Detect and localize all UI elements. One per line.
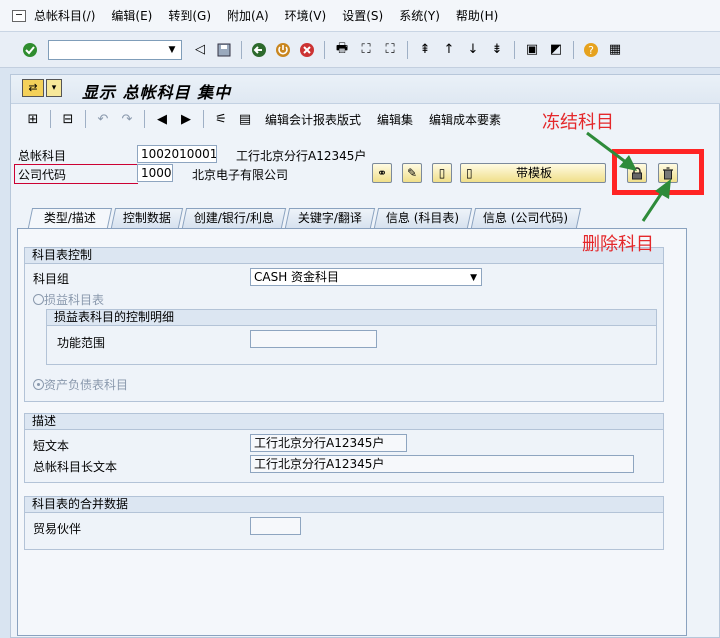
radio-selected-icon bbox=[33, 379, 44, 390]
hierarchy-icon[interactable]: ⊞ bbox=[23, 109, 43, 129]
separator bbox=[203, 110, 204, 128]
print-icon[interactable]: 🖶 bbox=[332, 40, 352, 60]
where-used-icon[interactable]: ⚟ bbox=[211, 109, 231, 129]
new-session-icon[interactable]: ▣ bbox=[522, 40, 542, 60]
bs-radio[interactable]: 资产负债表科目 bbox=[33, 376, 128, 393]
find-next-icon[interactable]: ⛶ bbox=[380, 40, 400, 60]
structure-icon[interactable]: ⊟ bbox=[58, 109, 78, 129]
standard-toolbar: ▼ ◁ 🖶 ⛶ ⛶ ⇞ ↑ ↓ ⇟ ▣ ◩ ? ▦ bbox=[0, 32, 720, 68]
trading-partner-label: 贸易伙伴 bbox=[33, 522, 82, 536]
last-page-icon[interactable]: ⇟ bbox=[487, 40, 507, 60]
document-icon[interactable]: ▤ bbox=[235, 109, 255, 129]
tab-type-description[interactable]: 类型/描述 bbox=[27, 208, 113, 228]
display-change-icon[interactable]: ⚭ bbox=[372, 163, 392, 183]
trading-partner-field[interactable] bbox=[250, 517, 301, 535]
separator bbox=[144, 110, 145, 128]
functional-area-field[interactable] bbox=[250, 330, 377, 348]
separator bbox=[573, 40, 574, 59]
help-icon[interactable]: ? bbox=[581, 40, 601, 60]
group-title: 损益表科目的控制明细 bbox=[47, 310, 656, 326]
menu-settings[interactable]: 设置(S) bbox=[342, 7, 383, 24]
group-title: 科目表控制 bbox=[25, 248, 663, 264]
long-text-field[interactable]: 工行北京分行A12345户 bbox=[250, 455, 634, 473]
menu-environment[interactable]: 环境(V) bbox=[285, 7, 327, 24]
tab-info-company[interactable]: 信息 (公司代码) bbox=[470, 208, 582, 228]
edit-fs-version-button[interactable]: 编辑会计报表版式 bbox=[265, 111, 361, 128]
next-icon[interactable]: ▶ bbox=[176, 109, 196, 129]
redo-icon[interactable]: ↷ bbox=[117, 109, 137, 129]
object-icon[interactable]: ⇄ bbox=[22, 79, 44, 97]
prev-page-icon[interactable]: ↑ bbox=[439, 40, 459, 60]
pl-radio[interactable]: 损益科目表 bbox=[33, 291, 104, 308]
cancel-icon[interactable] bbox=[297, 40, 317, 60]
page-title: 显示 总帐科目 集中 bbox=[82, 83, 232, 102]
enter-check-icon[interactable] bbox=[20, 40, 40, 60]
back-icon[interactable] bbox=[249, 40, 269, 60]
command-field[interactable]: ▼ bbox=[48, 39, 182, 60]
undo-icon[interactable]: ↶ bbox=[93, 109, 113, 129]
group-consolidation: 科目表的合并数据 bbox=[24, 496, 664, 550]
dropdown-icon[interactable]: ▼ bbox=[470, 271, 477, 285]
shortcut-icon[interactable]: ◩ bbox=[546, 40, 566, 60]
tab-info-chart[interactable]: 信息 (科目表) bbox=[373, 208, 473, 228]
group-title: 科目表的合并数据 bbox=[25, 497, 663, 513]
dropdown-small-icon[interactable]: ▾ bbox=[46, 79, 62, 97]
short-text-label: 短文本 bbox=[33, 439, 70, 453]
next-page-icon[interactable]: ↓ bbox=[463, 40, 483, 60]
save-icon[interactable] bbox=[214, 40, 234, 60]
svg-text:?: ? bbox=[588, 44, 594, 57]
menu-gl-account[interactable]: 总帐科目(/) bbox=[34, 7, 95, 24]
create-document-icon[interactable]: ▯ bbox=[432, 163, 452, 183]
separator bbox=[241, 40, 242, 59]
menu-extras[interactable]: 附加(A) bbox=[227, 7, 269, 24]
functional-area-label: 功能范围 bbox=[57, 336, 106, 350]
first-page-icon[interactable]: ⇞ bbox=[415, 40, 435, 60]
group-title: 描述 bbox=[25, 414, 663, 430]
dropdown-icon[interactable]: ▼ bbox=[165, 43, 179, 57]
exit-icon[interactable] bbox=[12, 9, 26, 22]
menu-help[interactable]: 帮助(H) bbox=[456, 7, 498, 24]
account-group-label: 科目组 bbox=[33, 272, 70, 286]
edit-cost-element-button[interactable]: 编辑成本要素 bbox=[429, 111, 501, 128]
tab-create-bank-interest[interactable]: 创建/银行/利息 bbox=[181, 208, 287, 228]
separator bbox=[514, 40, 515, 59]
account-group-select[interactable]: CASH 资金科目 ▼ bbox=[250, 268, 482, 286]
company-code-field[interactable]: 1000 bbox=[137, 164, 173, 182]
menu-system[interactable]: 系统(Y) bbox=[399, 7, 440, 24]
previous-icon[interactable]: ◀ bbox=[152, 109, 172, 129]
company-code-label: 公司代码 bbox=[18, 168, 67, 182]
back-arrow-small-icon[interactable]: ◁ bbox=[190, 40, 210, 60]
edit-set-button[interactable]: 编辑集 bbox=[377, 111, 413, 128]
menu-bar: 总帐科目(/) 编辑(E) 转到(G) 附加(A) 环境(V) 设置(S) 系统… bbox=[0, 0, 720, 32]
tab-control-data[interactable]: 控制数据 bbox=[110, 208, 184, 228]
radio-empty-icon bbox=[33, 294, 44, 305]
menu-goto[interactable]: 转到(G) bbox=[168, 7, 211, 24]
company-code-description: 北京电子有限公司 bbox=[192, 168, 289, 182]
exit-app-icon[interactable] bbox=[273, 40, 293, 60]
long-text-label: 总帐科目长文本 bbox=[33, 460, 118, 474]
gl-account-field[interactable]: 1002010001 bbox=[137, 145, 217, 163]
short-text-field[interactable]: 工行北京分行A12345户 bbox=[250, 434, 407, 452]
gl-account-label: 总帐科目 bbox=[18, 149, 67, 163]
gl-account-description: 工行北京分行A12345户 bbox=[236, 149, 367, 163]
separator bbox=[50, 110, 51, 128]
separator bbox=[407, 40, 408, 59]
tab-keyword-translation[interactable]: 关键字/翻译 bbox=[284, 208, 376, 228]
edit-pencil-icon[interactable]: ✎ bbox=[402, 163, 422, 183]
layout-menu-icon[interactable]: ▦ bbox=[605, 40, 625, 60]
annotation-arrows bbox=[586, 131, 671, 222]
separator bbox=[324, 40, 325, 59]
separator bbox=[85, 110, 86, 128]
menu-edit[interactable]: 编辑(E) bbox=[111, 7, 152, 24]
find-icon[interactable]: ⛶ bbox=[356, 40, 376, 60]
